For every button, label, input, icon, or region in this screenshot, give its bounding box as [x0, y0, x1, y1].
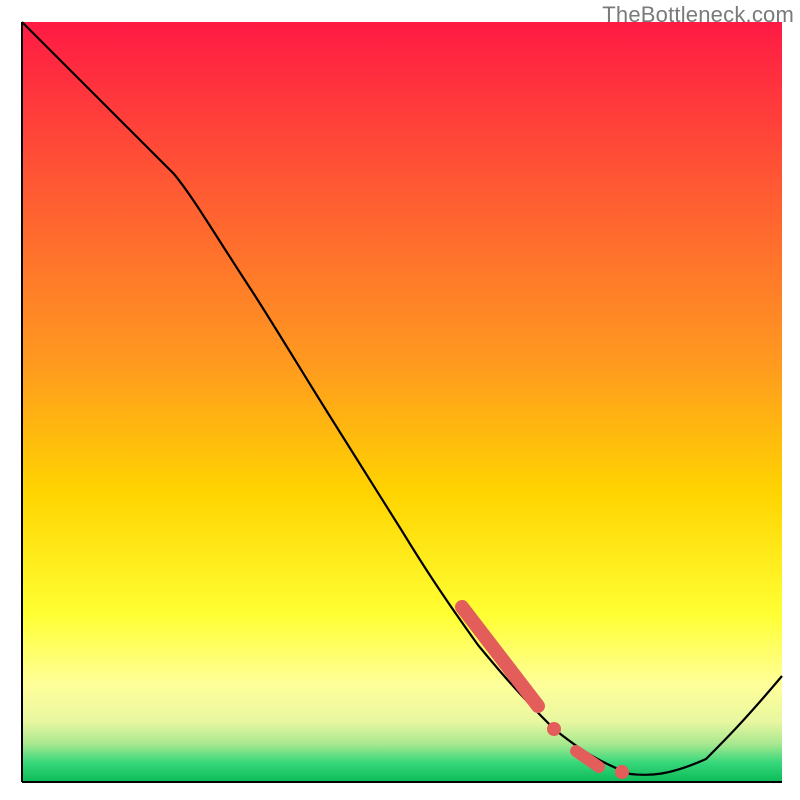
- bottleneck-chart: [0, 0, 800, 800]
- chart-container: TheBottleneck.com: [0, 0, 800, 800]
- highlight-dot-b: [615, 765, 629, 779]
- watermark-text: TheBottleneck.com: [602, 2, 794, 28]
- highlight-dot-a: [547, 722, 561, 736]
